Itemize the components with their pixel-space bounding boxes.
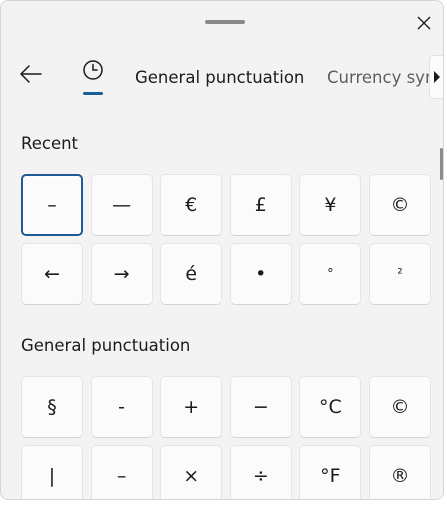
symbol-key[interactable]: é <box>160 243 223 305</box>
scroll-right-button[interactable] <box>429 55 443 99</box>
symbol-key[interactable]: | <box>21 445 83 499</box>
vertical-scrollbar[interactable] <box>440 148 443 180</box>
emoji-symbol-panel: General punctuation Currency symb Recent… <box>0 0 444 500</box>
back-button[interactable] <box>15 61 47 91</box>
symbol-key[interactable]: – <box>90 445 153 499</box>
symbol-key[interactable]: °F <box>299 445 362 499</box>
symbol-key[interactable]: ¥ <box>299 174 362 236</box>
symbol-key[interactable]: ← <box>21 243 83 305</box>
symbol-key[interactable]: € <box>160 174 223 236</box>
symbol-key[interactable]: — <box>90 174 153 236</box>
symbol-key[interactable]: – <box>21 174 83 236</box>
chevron-right-icon <box>433 68 441 87</box>
symbol-key[interactable]: © <box>368 376 431 438</box>
tab-general-punctuation[interactable]: General punctuation <box>135 68 304 87</box>
tab-currency-symbols[interactable]: Currency symb <box>327 68 443 87</box>
symbol-key[interactable]: ÷ <box>229 445 292 499</box>
drag-handle[interactable] <box>205 20 245 24</box>
symbol-key[interactable]: § <box>21 376 83 438</box>
general-punctuation-grid: § - + − °C © | – × ÷ °F ® <box>21 376 431 499</box>
symbol-key[interactable]: ² <box>368 243 431 305</box>
symbol-key[interactable]: × <box>160 445 223 499</box>
section-title-recent: Recent <box>21 134 79 153</box>
symbol-key[interactable]: • <box>229 243 292 305</box>
symbol-key[interactable]: - <box>90 376 153 438</box>
symbol-key[interactable]: °C <box>299 376 362 438</box>
symbol-key[interactable]: ® <box>368 445 431 499</box>
symbol-key[interactable]: ° <box>299 243 362 305</box>
symbol-key[interactable]: → <box>90 243 153 305</box>
active-tab-indicator <box>83 92 103 95</box>
symbol-key[interactable]: − <box>229 376 292 438</box>
back-arrow-icon <box>19 64 43 88</box>
symbol-key[interactable]: © <box>368 174 431 236</box>
symbol-key[interactable]: £ <box>229 174 292 236</box>
clock-icon <box>82 59 104 85</box>
recent-symbols-grid: – — € £ ¥ © ← → é • ° ² <box>21 174 431 305</box>
symbol-key[interactable]: + <box>160 376 223 438</box>
close-button[interactable] <box>411 11 437 37</box>
section-title-general-punctuation: General punctuation <box>21 336 191 355</box>
tab-recent[interactable] <box>77 59 109 99</box>
close-icon <box>417 15 431 34</box>
category-nav: General punctuation Currency symb <box>1 53 443 103</box>
